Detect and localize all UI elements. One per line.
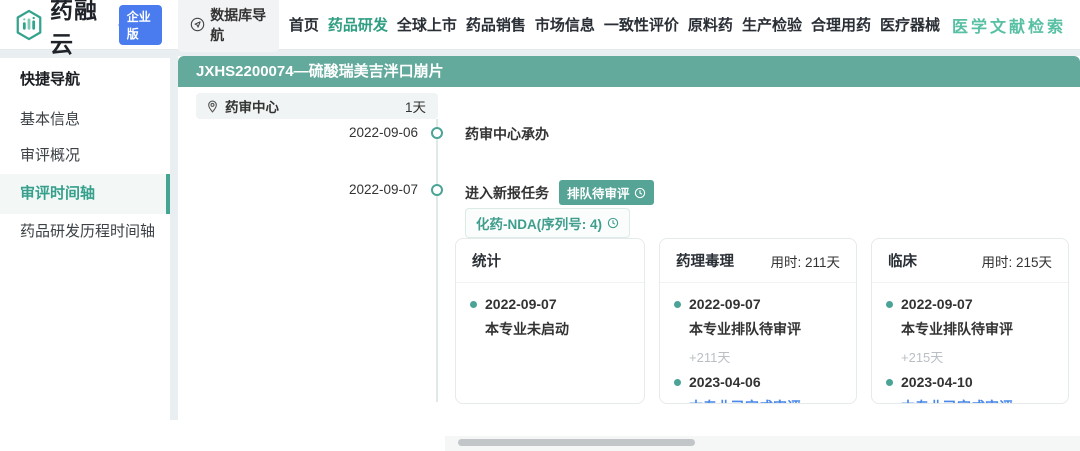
timeline-node-icon [431, 127, 443, 139]
entry-date: 2022-09-07 [689, 296, 761, 312]
sidebar-item-review-overview[interactable]: 审评概况 [0, 138, 170, 174]
sidebar-item-review-timeline[interactable]: 审评时间轴 [0, 174, 170, 214]
entry-desc: 本专业排队待审评 [901, 319, 1013, 339]
entry-date: 2023-04-10 [901, 374, 973, 390]
event-date: 2022-09-07 [318, 182, 418, 197]
event-date: 2022-09-06 [318, 125, 418, 140]
card-entry: 2023-04-06 本专业已完成审评 [674, 374, 842, 404]
card-entry: 2022-09-07 本专业未启动 [470, 296, 630, 339]
nda-sequence-label: 化药-NDA(序列号: 4) [476, 213, 602, 233]
location-pin-icon [206, 100, 219, 113]
card-clinical: 临床 用时: 215天 2022-09-07 本专业排队待审评 +215天 [871, 238, 1069, 404]
entry-desc: 本专业未启动 [485, 319, 569, 339]
sidebar-title: 快捷导航 [0, 62, 170, 98]
event-row: 药审中心承办 [465, 124, 549, 144]
card-entry: 2022-09-07 本专业排队待审评 [886, 296, 1054, 339]
entry-desc-link[interactable]: 本专业已完成审评 [901, 397, 1013, 404]
entry-date: 2022-09-07 [485, 296, 557, 312]
literature-search-link[interactable]: 医学文献检索 [952, 13, 1066, 37]
timeline-vertical-line [436, 119, 438, 402]
nav-item-medical-devices[interactable]: 医疗器械 [880, 14, 940, 35]
drug-title-bar: JXHS2200074—硫酸瑞美吉泮口崩片 [178, 56, 1080, 87]
entry-desc: 本专业排队待审评 [689, 319, 801, 339]
card-statistics: 统计 2022-09-07 本专业未启动 [455, 238, 645, 404]
nav-item-market-info[interactable]: 市场信息 [535, 14, 595, 35]
navigation-compass-icon [190, 17, 205, 32]
nda-sequence-badge[interactable]: 化药-NDA(序列号: 4) [465, 208, 630, 238]
database-nav-label: 数据库导航 [210, 5, 267, 45]
horizontal-scrollbar-track[interactable] [445, 436, 1080, 451]
review-timeline-panel: JXHS2200074—硫酸瑞美吉泮口崩片 药审中心 1天 2022-09-06… [178, 56, 1080, 420]
nav-item-consistency-eval[interactable]: 一致性评价 [604, 14, 679, 35]
bullet-dot-icon [470, 301, 477, 308]
event-text: 进入新报任务 [465, 183, 549, 203]
card-title: 临床 [888, 250, 917, 271]
clock-icon [634, 187, 646, 199]
nav-item-production-inspection[interactable]: 生产检验 [742, 14, 802, 35]
nav-item-drug-sales[interactable]: 药品销售 [466, 14, 526, 35]
horizontal-scrollbar-thumb[interactable] [458, 439, 695, 446]
nav-item-api[interactable]: 原料药 [688, 14, 733, 35]
card-entry: 2023-04-10 本专业已完成审评 [886, 374, 1054, 404]
bullet-dot-icon [674, 379, 681, 386]
card-pharmacology-toxicology: 药理毒理 用时: 211天 2022-09-07 本专业排队待审评 +211天 [659, 238, 857, 404]
top-navbar: 药融云 企业版 数据库导航 首页 药品研发 全球上市 药品销售 市场信息 一致性… [0, 0, 1080, 50]
bullet-dot-icon [886, 379, 893, 386]
clock-icon [607, 217, 619, 229]
review-center-duration: 1天 [405, 96, 426, 116]
nav-item-home[interactable]: 首页 [289, 14, 319, 35]
quick-nav-sidebar: 快捷导航 基本信息 审评概况 审评时间轴 药品研发历程时间轴 [0, 58, 170, 420]
edition-badge: 企业版 [119, 5, 162, 45]
card-title: 统计 [472, 250, 501, 271]
card-entry: 2022-09-07 本专业排队待审评 [674, 296, 842, 339]
elapsed-days: +211天 [689, 347, 842, 366]
nav-item-drug-rd[interactable]: 药品研发 [328, 14, 388, 35]
review-center-name: 药审中心 [225, 96, 405, 116]
nav-item-rational-drug-use[interactable]: 合理用药 [811, 14, 871, 35]
card-title: 药理毒理 [676, 250, 734, 271]
entry-date: 2022-09-07 [901, 296, 973, 312]
event-text: 药审中心承办 [465, 124, 549, 144]
event-row: 进入新报任务 排队待审评 [465, 180, 654, 205]
timeline-body: 药审中心 1天 2022-09-06 药审中心承办 2022-09-07 进入新… [178, 87, 1080, 420]
brand-name: 药融云 [50, 0, 105, 59]
card-duration: 用时: 211天 [770, 251, 840, 271]
brand-hexagon-icon [14, 9, 44, 41]
entry-desc-link[interactable]: 本专业已完成审评 [689, 397, 801, 404]
entry-date: 2023-04-06 [689, 374, 761, 390]
status-badge: 排队待审评 [559, 180, 654, 205]
sidebar-item-basic-info[interactable]: 基本信息 [0, 102, 170, 138]
specialty-cards-row: 统计 2022-09-07 本专业未启动 药理毒理 用时: [455, 238, 1069, 404]
card-duration: 用时: 215天 [981, 251, 1052, 271]
elapsed-days: +215天 [901, 347, 1054, 366]
bullet-dot-icon [886, 301, 893, 308]
primary-nav: 首页 药品研发 全球上市 药品销售 市场信息 一致性评价 原料药 生产检验 合理… [289, 14, 940, 35]
review-center-header: 药审中心 1天 [196, 93, 438, 119]
database-nav-button[interactable]: 数据库导航 [178, 0, 279, 52]
nav-item-global-listing[interactable]: 全球上市 [397, 14, 457, 35]
brand-logo[interactable]: 药融云 企业版 [14, 0, 162, 59]
status-badge-label: 排队待审评 [567, 183, 630, 202]
timeline-node-icon [431, 184, 443, 196]
sidebar-item-rd-history-timeline[interactable]: 药品研发历程时间轴 [0, 214, 170, 250]
bullet-dot-icon [674, 301, 681, 308]
